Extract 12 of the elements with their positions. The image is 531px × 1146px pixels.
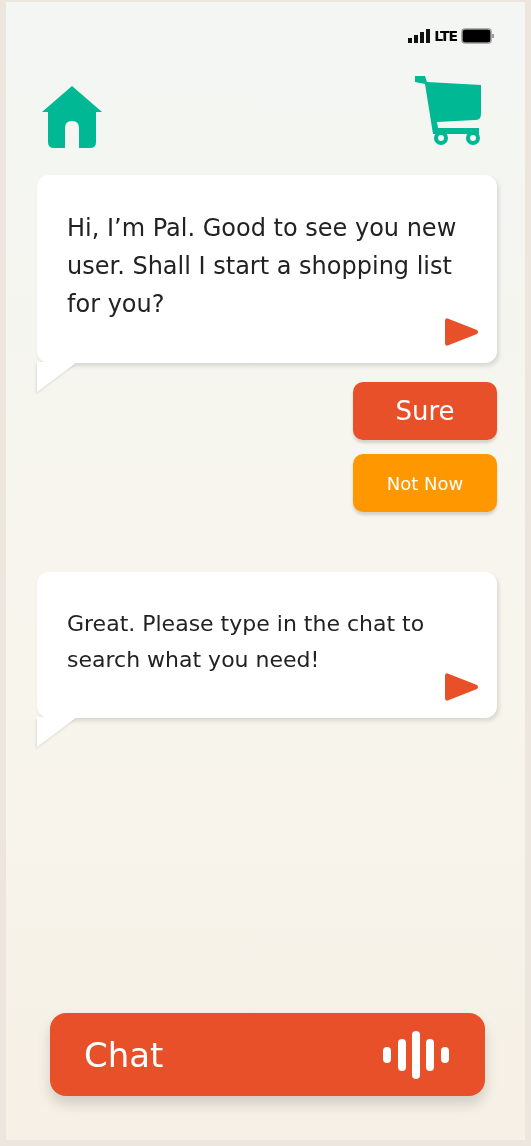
message-text: Hi, I’m Pal. Good to see you new user. Shall I start a shopping list for you? — [67, 213, 458, 320]
reply-button[interactable]: Not Now — [353, 454, 497, 512]
battery-icon — [461, 28, 495, 44]
voice-wave-icon — [381, 1030, 451, 1079]
signal-icon — [408, 29, 431, 43]
network-label: LTE — [434, 28, 457, 44]
play-icon[interactable] — [443, 317, 479, 347]
play-icon[interactable] — [443, 672, 479, 702]
message-text: Great. Please type in the chat to search what you need! — [67, 610, 426, 674]
reply-button[interactable]: Sure — [353, 382, 497, 440]
chat-button[interactable]: Chat — [50, 1013, 485, 1096]
home-icon[interactable] — [40, 84, 104, 148]
